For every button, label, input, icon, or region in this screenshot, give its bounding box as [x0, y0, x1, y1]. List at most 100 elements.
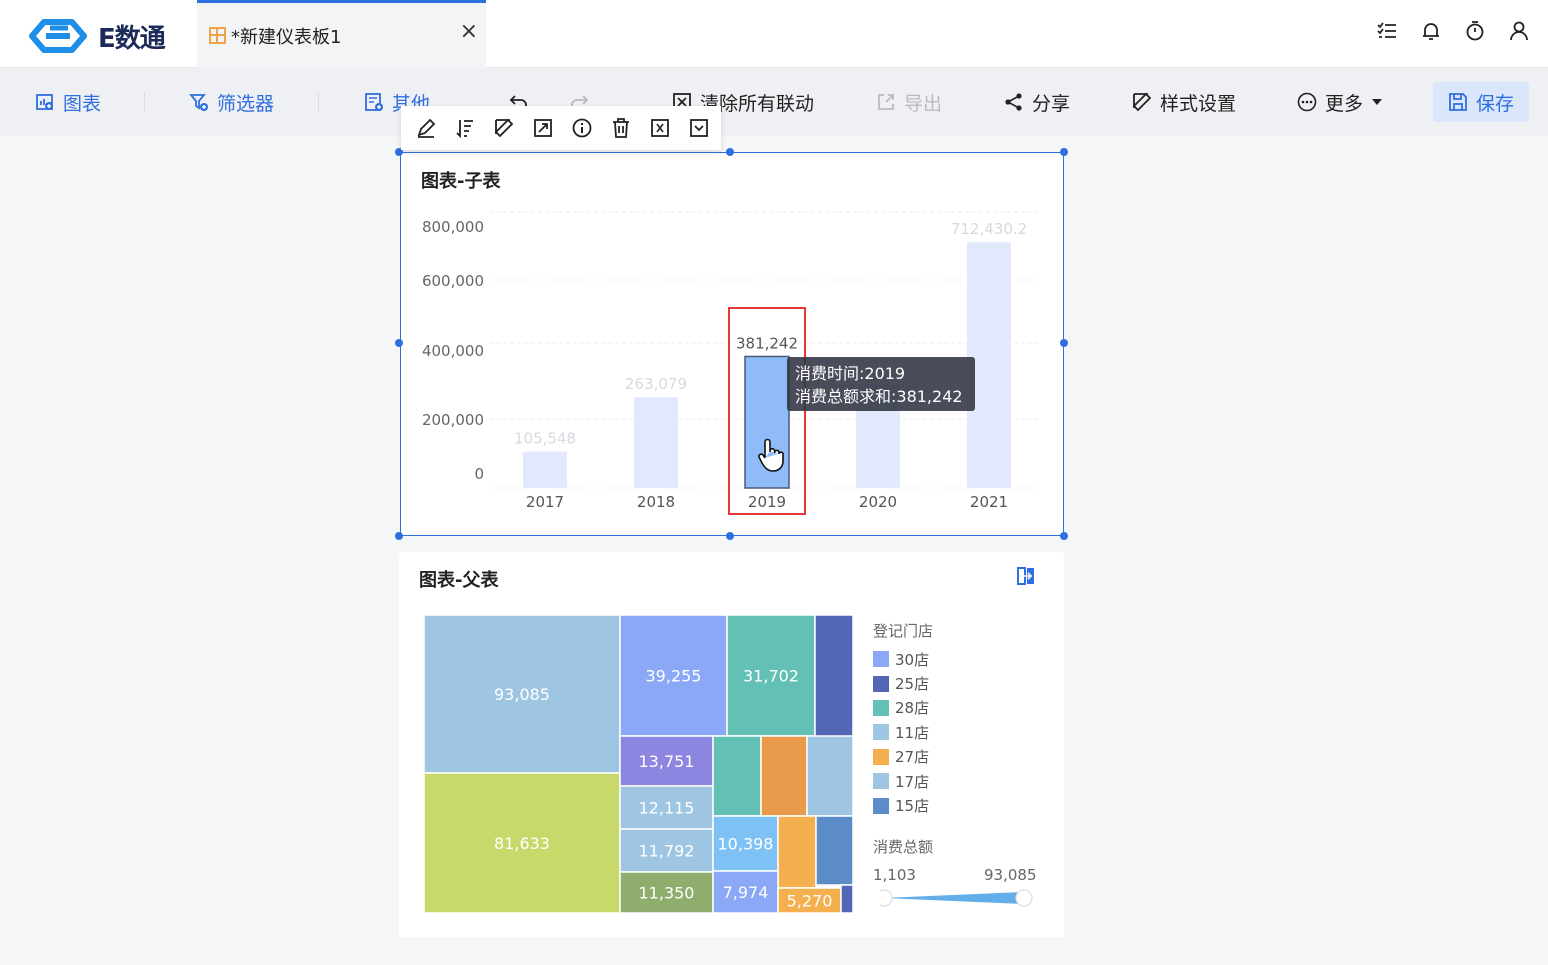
logo-text: E数通	[98, 24, 166, 54]
treemap-cell[interactable]	[806, 735, 854, 817]
dashboard-toolbar: 图表 筛选器 其他 清除所有联动 导出 分享 样式设置 更多	[0, 68, 1548, 136]
treemap-cell[interactable]	[760, 735, 808, 817]
expand-icon[interactable]	[532, 117, 554, 139]
resize-handle-top-right[interactable]	[1060, 148, 1068, 156]
bar-2018[interactable]	[634, 397, 678, 488]
timer-icon[interactable]	[1464, 20, 1486, 42]
legend-title: 登记门店	[873, 622, 934, 640]
legend-item[interactable]: 30店	[873, 647, 933, 671]
treemap-cell[interactable]: 10,398	[712, 815, 779, 872]
treemap-cell[interactable]: 13,751	[619, 735, 714, 787]
dashboard-icon	[209, 27, 226, 44]
resize-handle-bottom-right[interactable]	[1060, 532, 1068, 540]
tooltip-line-sum: 消费总额求和:381,242	[795, 387, 963, 406]
resize-handle-bottom[interactable]	[726, 532, 734, 540]
treemap-cell-label: 5,270	[787, 892, 833, 911]
tooltip-line-time: 消费时间:2019	[795, 364, 906, 383]
resize-handle-bottom-left[interactable]	[395, 532, 403, 540]
share-button[interactable]: 分享	[1004, 88, 1070, 116]
toolbar-divider	[144, 92, 145, 112]
range-slider[interactable]	[880, 888, 1040, 908]
treemap-cell[interactable]: 7,974	[712, 870, 779, 914]
bar-data-label: 105,548	[514, 430, 576, 448]
chart-add-icon	[36, 94, 53, 110]
legend-item[interactable]: 17店	[873, 769, 933, 793]
chart-mini-toolbar	[401, 106, 721, 150]
legend-item[interactable]: 25店	[873, 671, 933, 695]
y-tick-label: 600,000	[422, 272, 484, 290]
treemap-cell[interactable]: 39,255	[619, 615, 728, 737]
add-filter-label: 筛选器	[217, 92, 275, 115]
fullscreen-icon[interactable]	[649, 117, 671, 139]
treemap-cell[interactable]: 5,270	[777, 887, 842, 914]
share-label: 分享	[1032, 92, 1071, 115]
treemap-cell-label: 39,255	[646, 667, 702, 686]
legend-item[interactable]: 27店	[873, 745, 933, 769]
range-filter-title: 消费总额	[873, 838, 934, 856]
collapse-more-icon[interactable]	[688, 117, 710, 139]
style-brush-icon[interactable]	[493, 117, 515, 139]
range-slider-handle-min[interactable]	[880, 889, 893, 907]
treemap-cell[interactable]	[840, 884, 854, 914]
treemap-cell-label: 11,792	[639, 842, 695, 861]
range-min-value: 1,103	[873, 866, 916, 884]
legend-label: 11店	[895, 723, 930, 742]
treemap-cell[interactable]	[777, 815, 817, 889]
bar-2017[interactable]	[523, 451, 567, 488]
add-chart-label: 图表	[63, 92, 102, 115]
style-settings-button[interactable]: 样式设置	[1132, 88, 1236, 116]
y-tick-label: 200,000	[422, 411, 484, 429]
treemap-cell-label: 12,115	[639, 799, 695, 818]
sort-icon[interactable]	[454, 117, 476, 139]
range-slider-handle-max[interactable]	[1015, 889, 1033, 907]
user-icon[interactable]	[1508, 20, 1530, 42]
save-button[interactable]: 保存	[1433, 82, 1529, 122]
brush-settings-icon	[1132, 92, 1152, 112]
bar-data-label: 712,430.2	[951, 220, 1027, 238]
treemap-chart[interactable]: 93,085 81,633 39,255 31,702 13,751 12,115 11,7…	[424, 615, 854, 915]
delete-icon[interactable]	[610, 117, 632, 139]
info-icon[interactable]	[571, 117, 593, 139]
more-dots-icon	[1297, 92, 1317, 112]
treemap-cell[interactable]: 81,633	[424, 772, 621, 914]
legend-swatch	[873, 748, 889, 765]
y-tick-label: 400,000	[422, 342, 484, 360]
range-max-value: 93,085	[984, 866, 1037, 884]
resize-handle-right[interactable]	[1060, 339, 1068, 347]
style-settings-label: 样式设置	[1160, 92, 1237, 115]
task-list-icon[interactable]	[1376, 20, 1398, 42]
export-icon	[878, 94, 894, 110]
resize-handle-left[interactable]	[395, 339, 403, 347]
treemap-cell[interactable]: 11,792	[619, 828, 714, 873]
app-logo: E数通	[26, 14, 186, 58]
legend-swatch	[873, 724, 889, 741]
tab-close-button[interactable]: ×	[460, 21, 478, 43]
add-chart-button[interactable]: 图表	[35, 88, 101, 116]
bell-icon[interactable]	[1420, 20, 1442, 42]
treemap-cell[interactable]	[815, 815, 854, 886]
tab-dashboard[interactable]: *新建仪表板1 ×	[197, 0, 486, 68]
treemap-cell[interactable]: 12,115	[619, 785, 714, 830]
add-filter-button[interactable]: 筛选器	[189, 88, 274, 116]
legend-label: 15店	[895, 797, 930, 816]
more-menu-button[interactable]: 更多	[1297, 88, 1383, 116]
legend-item[interactable]: 28店	[873, 696, 933, 720]
treemap-cell[interactable]: 31,702	[726, 615, 816, 737]
export-button[interactable]: 导出	[876, 88, 942, 116]
filter-add-icon	[189, 94, 208, 111]
treemap-cell[interactable]: 93,085	[424, 615, 621, 774]
linkage-icon[interactable]	[1016, 566, 1036, 586]
resize-handle-top[interactable]	[726, 148, 734, 156]
caret-down-icon	[1372, 99, 1383, 105]
legend-item[interactable]: 15店	[873, 793, 933, 817]
treemap-cell[interactable]	[712, 735, 762, 817]
legend-item[interactable]: 11店	[873, 720, 933, 744]
tab-title: *新建仪表板1	[231, 27, 342, 48]
edit-pen-icon[interactable]	[415, 117, 437, 139]
legend-label: 25店	[895, 675, 930, 694]
highlight-annotation-box	[728, 307, 806, 515]
treemap-cell-label: 13,751	[639, 752, 695, 771]
treemap-cell[interactable]: 11,350	[619, 871, 714, 914]
export-label: 导出	[904, 92, 943, 115]
legend-swatch	[873, 773, 889, 790]
